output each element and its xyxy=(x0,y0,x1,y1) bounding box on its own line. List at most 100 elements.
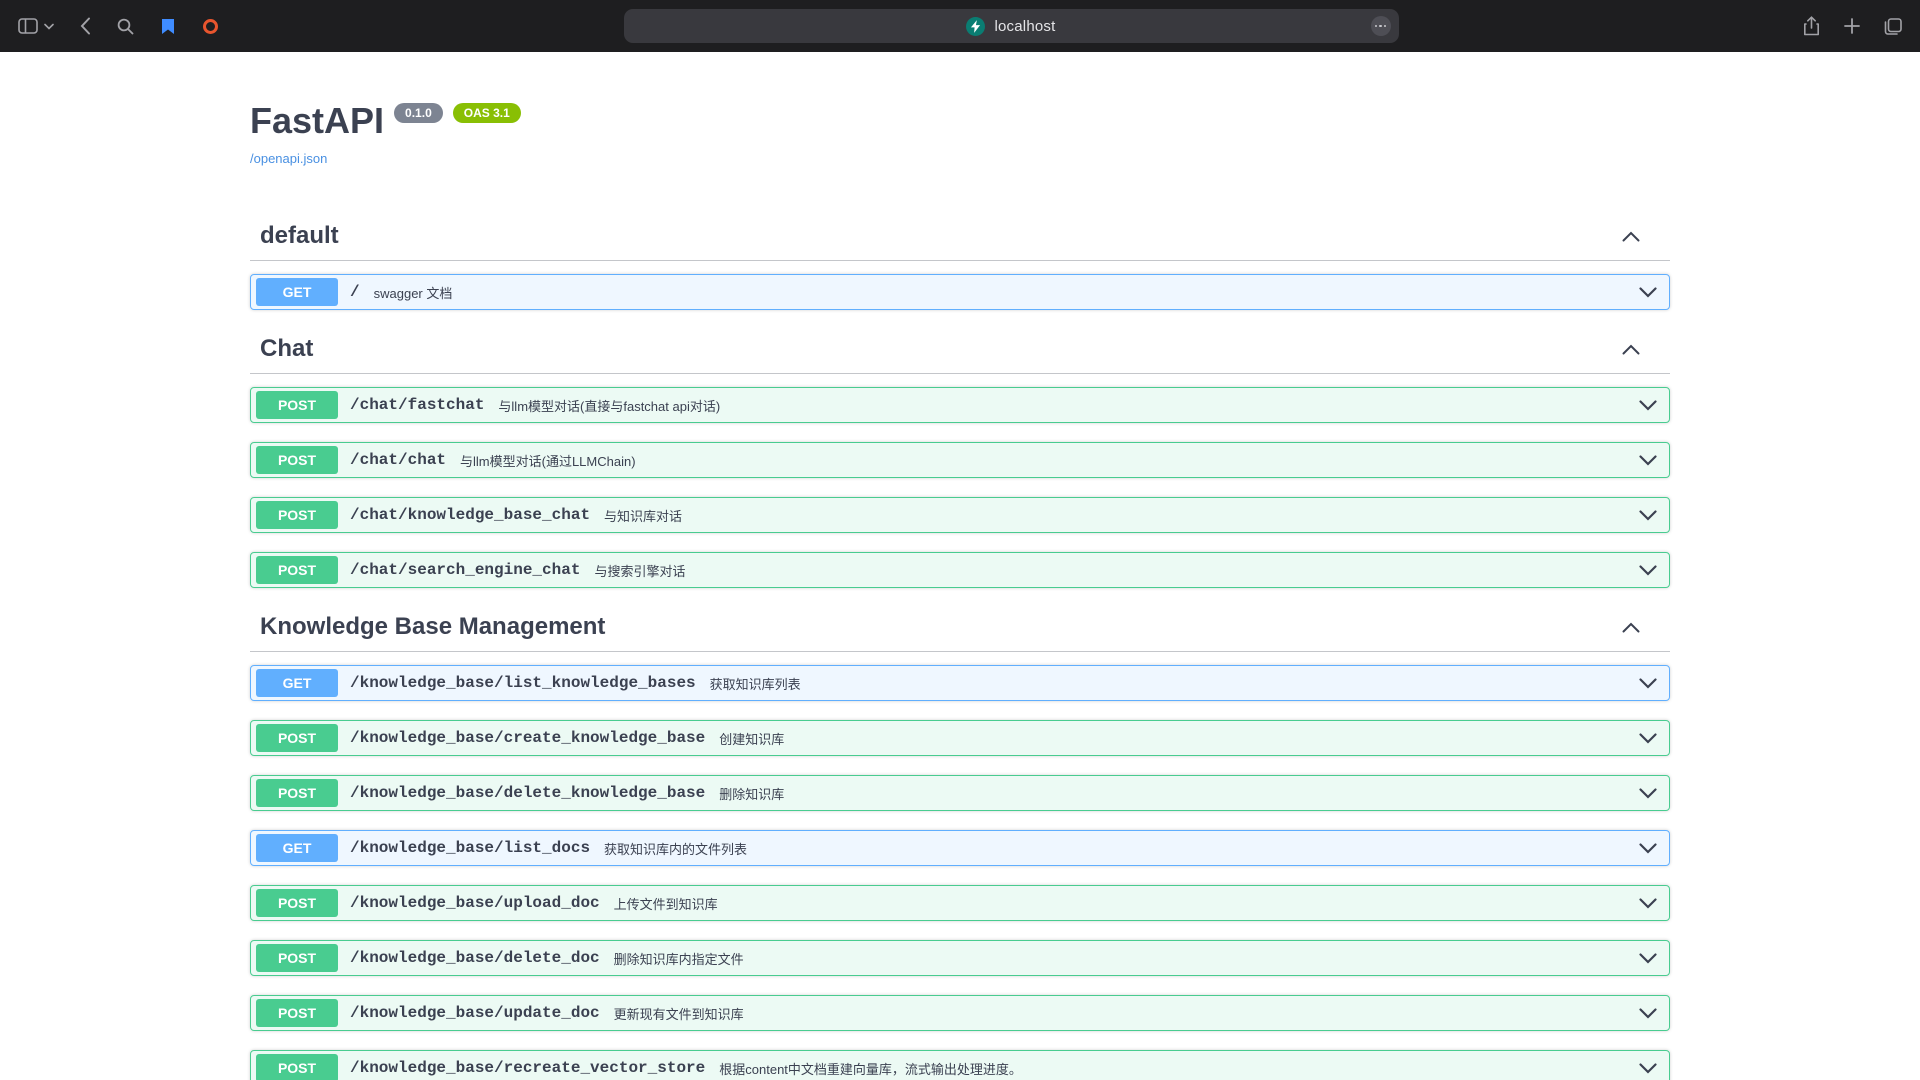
method-badge: POST xyxy=(256,889,338,917)
expand-operation-icon[interactable] xyxy=(1639,898,1657,909)
expand-operation-icon[interactable] xyxy=(1639,733,1657,744)
operation-description: 获取知识库列表 xyxy=(710,674,1639,693)
expand-operation-icon[interactable] xyxy=(1639,455,1657,466)
operations: POST /chat/fastchat 与llm模型对话(直接与fastchat… xyxy=(250,387,1670,588)
expand-operation-icon[interactable] xyxy=(1639,287,1657,298)
expand-operation-icon[interactable] xyxy=(1639,788,1657,799)
operation-description: 与llm模型对话(直接与fastchat api对话) xyxy=(498,396,1639,415)
operation-row[interactable]: POST /knowledge_base/delete_knowledge_ba… xyxy=(250,775,1670,811)
section-title: Knowledge Base Management xyxy=(260,613,605,641)
operation-path: /knowledge_base/update_doc xyxy=(350,1004,600,1022)
method-badge: POST xyxy=(256,779,338,807)
operation-description: 创建知识库 xyxy=(719,729,1639,748)
swagger-page: FastAPI 0.1.0 OAS 3.1 /openapi.json defa… xyxy=(0,52,1920,1080)
section-header[interactable]: Chat xyxy=(250,329,1670,374)
operation-description: 获取知识库内的文件列表 xyxy=(604,839,1639,858)
collapse-section-icon[interactable] xyxy=(1622,231,1640,242)
operation-path: / xyxy=(350,283,360,301)
expand-operation-icon[interactable] xyxy=(1639,1063,1657,1074)
section-title: default xyxy=(260,222,339,250)
operation-row[interactable]: POST /knowledge_base/delete_doc 删除知识库内指定… xyxy=(250,940,1670,976)
new-tab-icon[interactable] xyxy=(1844,18,1860,34)
operation-description: 删除知识库 xyxy=(719,784,1639,803)
operation-path: /chat/knowledge_base_chat xyxy=(350,506,590,524)
operation-path: /knowledge_base/recreate_vector_store xyxy=(350,1059,705,1077)
operation-path: /knowledge_base/list_docs xyxy=(350,839,590,857)
method-badge: POST xyxy=(256,446,338,474)
orange-extension-icon[interactable] xyxy=(202,18,219,35)
expand-operation-icon[interactable] xyxy=(1639,1008,1657,1019)
operation-row[interactable]: POST /chat/search_engine_chat 与搜索引擎对话 xyxy=(250,552,1670,588)
section-header[interactable]: Knowledge Base Management xyxy=(250,607,1670,652)
oas-badge: OAS 3.1 xyxy=(453,103,521,123)
method-badge: GET xyxy=(256,669,338,697)
method-badge: GET xyxy=(256,278,338,306)
operation-description: 删除知识库内指定文件 xyxy=(614,949,1639,968)
back-icon[interactable] xyxy=(80,17,91,35)
operation-path: /knowledge_base/list_knowledge_bases xyxy=(350,674,696,692)
address-zone: localhost xyxy=(219,9,1803,43)
operations: GET /knowledge_base/list_knowledge_bases… xyxy=(250,665,1670,1080)
operation-row[interactable]: GET /knowledge_base/list_knowledge_bases… xyxy=(250,665,1670,701)
method-badge: POST xyxy=(256,391,338,419)
sidebar-toggle-icon[interactable] xyxy=(18,18,38,34)
version-badge: 0.1.0 xyxy=(394,103,443,123)
collapse-section-icon[interactable] xyxy=(1622,344,1640,355)
api-info: FastAPI 0.1.0 OAS 3.1 /openapi.json xyxy=(250,100,1670,168)
address-bar[interactable]: localhost xyxy=(624,9,1399,43)
operation-path: /knowledge_base/delete_knowledge_base xyxy=(350,784,705,802)
collapse-section-icon[interactable] xyxy=(1622,622,1640,633)
expand-operation-icon[interactable] xyxy=(1639,953,1657,964)
api-section: Knowledge Base Management GET /knowledge… xyxy=(250,607,1670,1080)
chrome-left-controls xyxy=(18,17,219,35)
chrome-right-controls xyxy=(1803,16,1902,36)
browser-chrome: localhost xyxy=(0,0,1920,52)
operation-row[interactable]: POST /chat/chat 与llm模型对话(通过LLMChain) xyxy=(250,442,1670,478)
operation-row[interactable]: POST /knowledge_base/recreate_vector_sto… xyxy=(250,1050,1670,1080)
api-section: default GET / swagger 文档 xyxy=(250,216,1670,310)
method-badge: POST xyxy=(256,724,338,752)
section-header[interactable]: default xyxy=(250,216,1670,261)
api-section: Chat POST /chat/fastchat 与llm模型对话(直接与fas… xyxy=(250,329,1670,588)
operation-description: 与llm模型对话(通过LLMChain) xyxy=(460,451,1639,470)
method-badge: POST xyxy=(256,944,338,972)
expand-operation-icon[interactable] xyxy=(1639,678,1657,689)
page-title: FastAPI 0.1.0 OAS 3.1 xyxy=(250,100,1670,142)
operation-description: 与搜索引擎对话 xyxy=(594,561,1639,580)
operation-path: /knowledge_base/delete_doc xyxy=(350,949,600,967)
blue-extension-icon[interactable] xyxy=(160,18,176,35)
operation-row[interactable]: POST /chat/fastchat 与llm模型对话(直接与fastchat… xyxy=(250,387,1670,423)
operation-path: /chat/fastchat xyxy=(350,396,484,414)
share-icon[interactable] xyxy=(1803,16,1820,36)
operation-path: /chat/search_engine_chat xyxy=(350,561,580,579)
operation-path: /knowledge_base/upload_doc xyxy=(350,894,600,912)
method-badge: POST xyxy=(256,1054,338,1080)
search-icon[interactable] xyxy=(117,18,134,35)
expand-operation-icon[interactable] xyxy=(1639,400,1657,411)
operation-description: 上传文件到知识库 xyxy=(614,894,1639,913)
url-text: localhost xyxy=(994,18,1055,35)
page-settings-icon[interactable] xyxy=(1371,16,1391,36)
operations: GET / swagger 文档 xyxy=(250,274,1670,310)
tab-overview-icon[interactable] xyxy=(1884,18,1902,35)
operation-path: /chat/chat xyxy=(350,451,446,469)
operation-description: 更新现有文件到知识库 xyxy=(614,1004,1639,1023)
operation-row[interactable]: POST /knowledge_base/create_knowledge_ba… xyxy=(250,720,1670,756)
operation-description: 与知识库对话 xyxy=(604,506,1639,525)
operation-row[interactable]: GET /knowledge_base/list_docs 获取知识库内的文件列… xyxy=(250,830,1670,866)
method-badge: POST xyxy=(256,556,338,584)
operation-row[interactable]: POST /chat/knowledge_base_chat 与知识库对话 xyxy=(250,497,1670,533)
openapi-spec-link[interactable]: /openapi.json xyxy=(250,151,327,166)
expand-operation-icon[interactable] xyxy=(1639,565,1657,576)
section-title: Chat xyxy=(260,335,313,363)
operation-row[interactable]: POST /knowledge_base/upload_doc 上传文件到知识库 xyxy=(250,885,1670,921)
sidebar-chevron-down-icon[interactable] xyxy=(44,23,54,30)
operation-row[interactable]: POST /knowledge_base/update_doc 更新现有文件到知… xyxy=(250,995,1670,1031)
api-title-text: FastAPI xyxy=(250,100,384,142)
operation-row[interactable]: GET / swagger 文档 xyxy=(250,274,1670,310)
operation-description: 根据content中文档重建向量库，流式输出处理进度。 xyxy=(719,1059,1639,1078)
method-badge: POST xyxy=(256,501,338,529)
method-badge: POST xyxy=(256,999,338,1027)
expand-operation-icon[interactable] xyxy=(1639,843,1657,854)
expand-operation-icon[interactable] xyxy=(1639,510,1657,521)
